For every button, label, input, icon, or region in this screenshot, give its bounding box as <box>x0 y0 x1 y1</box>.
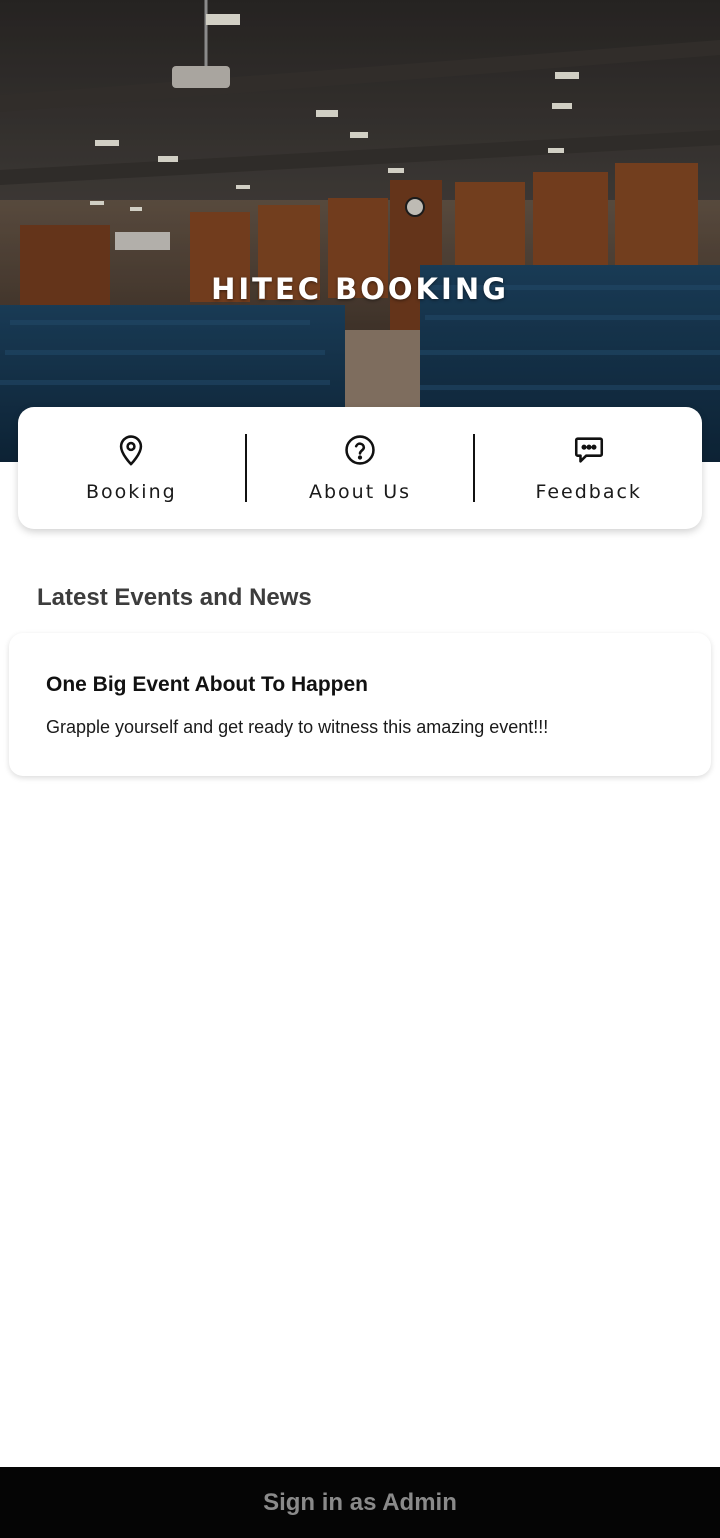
events-section-title: Latest Events and News <box>37 584 312 611</box>
nav-feedback-button[interactable]: Feedback <box>475 407 702 529</box>
event-description: Grapple yourself and get ready to witnes… <box>46 717 549 737</box>
nav-booking-button[interactable]: Booking <box>18 407 245 529</box>
event-title: One Big Event About To Happen <box>46 673 368 696</box>
nav-about-us-label: About Us <box>308 481 412 503</box>
auditorium-photo <box>0 0 720 462</box>
quick-nav-card: Booking About Us Feedback <box>18 407 702 529</box>
sign-in-admin-button[interactable]: Sign in as Admin <box>0 1467 720 1538</box>
map-pin-icon <box>120 435 143 466</box>
app-title: HITEC BOOKING <box>211 272 509 306</box>
nav-booking-label: Booking <box>86 481 177 503</box>
hero-banner: HITEC BOOKING <box>0 0 720 462</box>
nav-feedback-label: Feedback <box>535 481 642 503</box>
message-dots-icon <box>574 437 603 463</box>
help-circle-icon <box>345 435 375 465</box>
nav-about-us-button[interactable]: About Us <box>247 407 474 529</box>
event-card[interactable]: One Big Event About To Happen Grapple yo… <box>9 633 711 776</box>
sign-in-admin-label: Sign in as Admin <box>263 1488 457 1516</box>
